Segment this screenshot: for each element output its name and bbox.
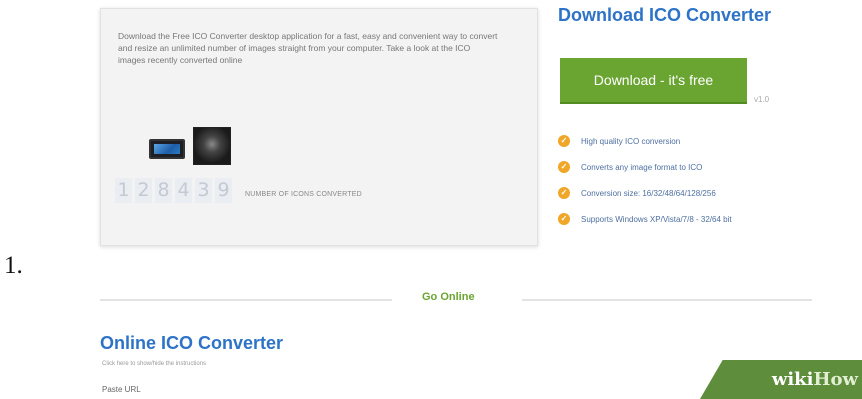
watermark-how-text: How — [813, 369, 858, 390]
download-button[interactable]: Download - it's free — [560, 58, 747, 104]
download-title: Download ICO Converter — [558, 5, 772, 25]
info-description: Download the Free ICO Converter desktop … — [118, 31, 498, 65]
divider-line-right — [522, 299, 812, 301]
info-box: Download the Free ICO Converter desktop … — [100, 8, 538, 246]
feature-item: ✓ Supports Windows XP/Vista/7/8 - 32/64 … — [558, 206, 732, 232]
watermark-wiki-text: wiki — [771, 369, 814, 390]
recent-icon-thumbnail-dark[interactable] — [193, 127, 231, 165]
divider-line-left — [100, 299, 392, 301]
feature-item: ✓ High quality ICO conversion — [558, 128, 732, 154]
counter-digit: 3 — [195, 178, 212, 203]
feature-label: Supports Windows XP/Vista/7/8 - 32/64 bi… — [581, 214, 732, 224]
counter-digit: 4 — [175, 178, 192, 203]
check-icon: ✓ — [558, 187, 570, 199]
check-icon: ✓ — [558, 135, 570, 147]
step-number: 1. — [4, 252, 23, 279]
version-label: v1.0 — [754, 95, 770, 104]
paste-url-label: Paste URL — [102, 385, 141, 394]
counter-digit: 8 — [155, 178, 172, 203]
feature-item: ✓ Conversion size: 16/32/48/64/128/256 — [558, 180, 732, 206]
online-converter-title: Online ICO Converter — [100, 333, 284, 353]
feature-list: ✓ High quality ICO conversion ✓ Converts… — [558, 128, 732, 232]
counter-digit: 9 — [215, 178, 232, 203]
icons-converted-counter: 1 2 8 4 3 9 NUMBER OF ICONS CONVERTED — [115, 178, 362, 203]
feature-label: High quality ICO conversion — [581, 136, 681, 146]
counter-digit: 2 — [135, 178, 152, 203]
recent-icon-thumbnail-tablet[interactable] — [149, 139, 185, 159]
wikihow-watermark: wiki How — [700, 360, 862, 399]
feature-label: Conversion size: 16/32/48/64/128/256 — [581, 188, 716, 198]
toggle-instructions-link[interactable]: Click here to show/hide the instructions — [102, 361, 206, 367]
counter-digit: 1 — [115, 178, 132, 203]
go-online-label: Go Online — [422, 291, 475, 303]
feature-item: ✓ Converts any image format to ICO — [558, 154, 732, 180]
feature-label: Converts any image format to ICO — [581, 162, 703, 172]
counter-label: NUMBER OF ICONS CONVERTED — [245, 191, 362, 198]
check-icon: ✓ — [558, 213, 570, 225]
check-icon: ✓ — [558, 161, 570, 173]
